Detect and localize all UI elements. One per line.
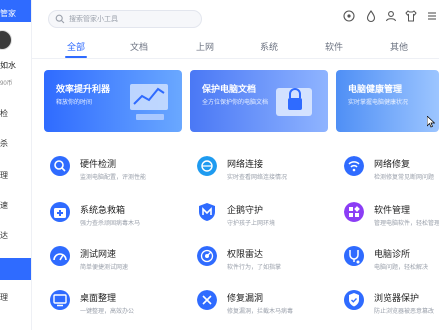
- tool-desc: 强力查杀顽固病毒木马: [80, 221, 141, 227]
- sidebar: 管家 如水 90币 检 杀 理 速 达 理: [0, 0, 32, 330]
- tool-desc: 守护孩子上网环境: [227, 221, 276, 227]
- sidebar-item-label: 检: [0, 109, 8, 118]
- tool-pc-clinic[interactable]: 电脑诊所 电脑问题，轻松解决: [344, 246, 439, 286]
- tool-permission-radar[interactable]: 权限雷达 软件行为，了如指掌: [197, 246, 337, 286]
- sidebar-item-label: 理: [0, 293, 8, 302]
- banner-title: 效率提升利器: [56, 84, 111, 94]
- tool-penguin-guard[interactable]: 企鹅守护 守护孩子上网环境: [197, 202, 337, 242]
- banner-title: 保护电脑文档: [202, 84, 257, 94]
- mouse-cursor-icon: [427, 116, 435, 128]
- tool-desc: 简单便捷测试网速: [80, 265, 129, 271]
- software-manager-icon: [344, 202, 364, 222]
- search-placeholder: 搜索管家小工具: [69, 16, 118, 23]
- tool-desc: 软件行为，了如指掌: [227, 265, 282, 271]
- brand-name: 管家: [0, 9, 16, 18]
- brand-bar: 管家: [0, 0, 31, 22]
- shirt-icon[interactable]: [404, 9, 418, 23]
- tab-all[interactable]: 全部: [67, 40, 85, 53]
- tool-name: 软件管理: [374, 205, 411, 215]
- tool-name: 浏览器保护: [374, 293, 420, 303]
- sidebar-item-virus[interactable]: 杀: [0, 136, 31, 152]
- banner-doc-protect[interactable]: 保护电脑文档 全方位保护你的电脑文档: [190, 70, 328, 132]
- permission-radar-icon: [197, 246, 217, 266]
- sidebar-item-label: 理: [0, 171, 8, 180]
- tool-name: 权限雷达: [227, 249, 264, 259]
- tool-name: 修复漏洞: [227, 293, 264, 303]
- network-connect-icon: [197, 156, 217, 176]
- tool-desc: 管理电脑软件，轻松管理: [374, 221, 439, 227]
- tool-desc: 修复漏洞，拦截木马病毒: [227, 309, 294, 315]
- sidebar-item-toolbox[interactable]: [0, 258, 31, 280]
- tool-name: 系统急救箱: [80, 205, 126, 215]
- drop-icon[interactable]: [364, 9, 378, 23]
- tool-speed-test[interactable]: 测试网速 简单便捷测试网速: [50, 246, 190, 286]
- tool-name: 网络连接: [227, 159, 264, 169]
- penguin-guard-icon: [199, 203, 215, 221]
- sidebar-item-arrive[interactable]: 达: [0, 228, 31, 244]
- skin-icon[interactable]: [342, 9, 356, 23]
- tool-name: 测试网速: [80, 249, 117, 259]
- chart-monitor-icon: [130, 84, 168, 120]
- menu-icon[interactable]: [425, 9, 439, 23]
- username[interactable]: 如水: [0, 60, 16, 71]
- sidebar-item-manage[interactable]: 理: [0, 290, 31, 306]
- patch-icon: [197, 290, 217, 310]
- tool-desc: 一键整理，高效办公: [80, 309, 135, 315]
- sidebar-item-clean[interactable]: 理: [0, 168, 31, 184]
- points: 90币: [0, 81, 13, 87]
- tool-network-connect[interactable]: 网络连接 实时查看网络连接情况: [197, 156, 337, 196]
- sidebar-item-exam[interactable]: 检: [0, 106, 31, 122]
- tool-name: 硬件检测: [80, 159, 117, 169]
- tab-software[interactable]: 软件: [325, 40, 343, 53]
- banner-subtitle: 释放你的时间: [56, 100, 93, 106]
- tool-desc: 检测修复常见断网问题: [374, 175, 435, 181]
- tab-internet[interactable]: 上网: [196, 40, 214, 53]
- sidebar-item-label: 速: [0, 201, 8, 210]
- tool-hardware-check[interactable]: 硬件检测 监测电脑配置，评测性能: [50, 156, 190, 196]
- top-bar: 搜索管家小工具: [32, 0, 439, 34]
- sidebar-item-speed[interactable]: 速: [0, 198, 31, 214]
- category-tabs: 全部 文档 上网 系统 软件 其他: [32, 36, 439, 58]
- pc-clinic-icon: [344, 246, 364, 266]
- banner-subtitle: 全方位保护你的电脑文档: [202, 100, 269, 106]
- tool-name: 网络修复: [374, 159, 411, 169]
- search-icon: [55, 14, 65, 24]
- speed-test-icon: [50, 246, 70, 266]
- network-repair-icon: [344, 156, 364, 176]
- tool-name: 电脑诊所: [374, 249, 411, 259]
- search-input[interactable]: 搜索管家小工具: [48, 10, 202, 28]
- hardware-check-icon: [50, 156, 70, 176]
- tool-software-manager[interactable]: 软件管理 管理电脑软件，轻松管理: [344, 202, 439, 242]
- tool-network-repair[interactable]: 网络修复 检测修复常见断网问题: [344, 156, 439, 196]
- divider: [32, 58, 439, 59]
- tool-patch[interactable]: 修复漏洞 修复漏洞，拦截木马病毒: [197, 290, 337, 330]
- browser-protect-icon: [344, 290, 364, 310]
- desktop-organize-icon: [50, 290, 70, 310]
- banner-title: 电脑健康管理: [348, 84, 403, 94]
- tab-other[interactable]: 其他: [390, 40, 408, 53]
- banner-efficiency[interactable]: 效率提升利器 释放你的时间: [44, 70, 182, 132]
- sidebar-item-label: 杀: [0, 139, 8, 148]
- sidebar-item-label: 达: [0, 231, 8, 240]
- tool-browser-protect[interactable]: 浏览器保护 防止浏览器被恶意篡改: [344, 290, 439, 330]
- tool-desc: 监测电脑配置，评测性能: [80, 175, 147, 181]
- tool-desktop-organize[interactable]: 桌面整理 一键整理，高效办公: [50, 290, 190, 330]
- banner-subtitle: 实时掌握电脑健康状况: [348, 100, 409, 106]
- tool-name: 桌面整理: [80, 293, 117, 303]
- first-aid-icon: [50, 202, 70, 222]
- tab-system[interactable]: 系统: [260, 40, 278, 53]
- user-icon[interactable]: [384, 9, 398, 23]
- tool-desc: 电脑问题，轻松解决: [374, 265, 429, 271]
- tool-first-aid[interactable]: 系统急救箱 强力查杀顽固病毒木马: [50, 202, 190, 242]
- banner-health[interactable]: 电脑健康管理 实时掌握电脑健康状况: [336, 70, 439, 132]
- avatar[interactable]: [0, 30, 12, 50]
- lock-folder-icon: [276, 88, 312, 116]
- tool-desc: 防止浏览器被恶意篡改: [374, 309, 435, 315]
- tool-desc: 实时查看网络连接情况: [227, 175, 288, 181]
- tool-name: 企鹅守护: [227, 205, 264, 215]
- tab-documents[interactable]: 文档: [130, 40, 148, 53]
